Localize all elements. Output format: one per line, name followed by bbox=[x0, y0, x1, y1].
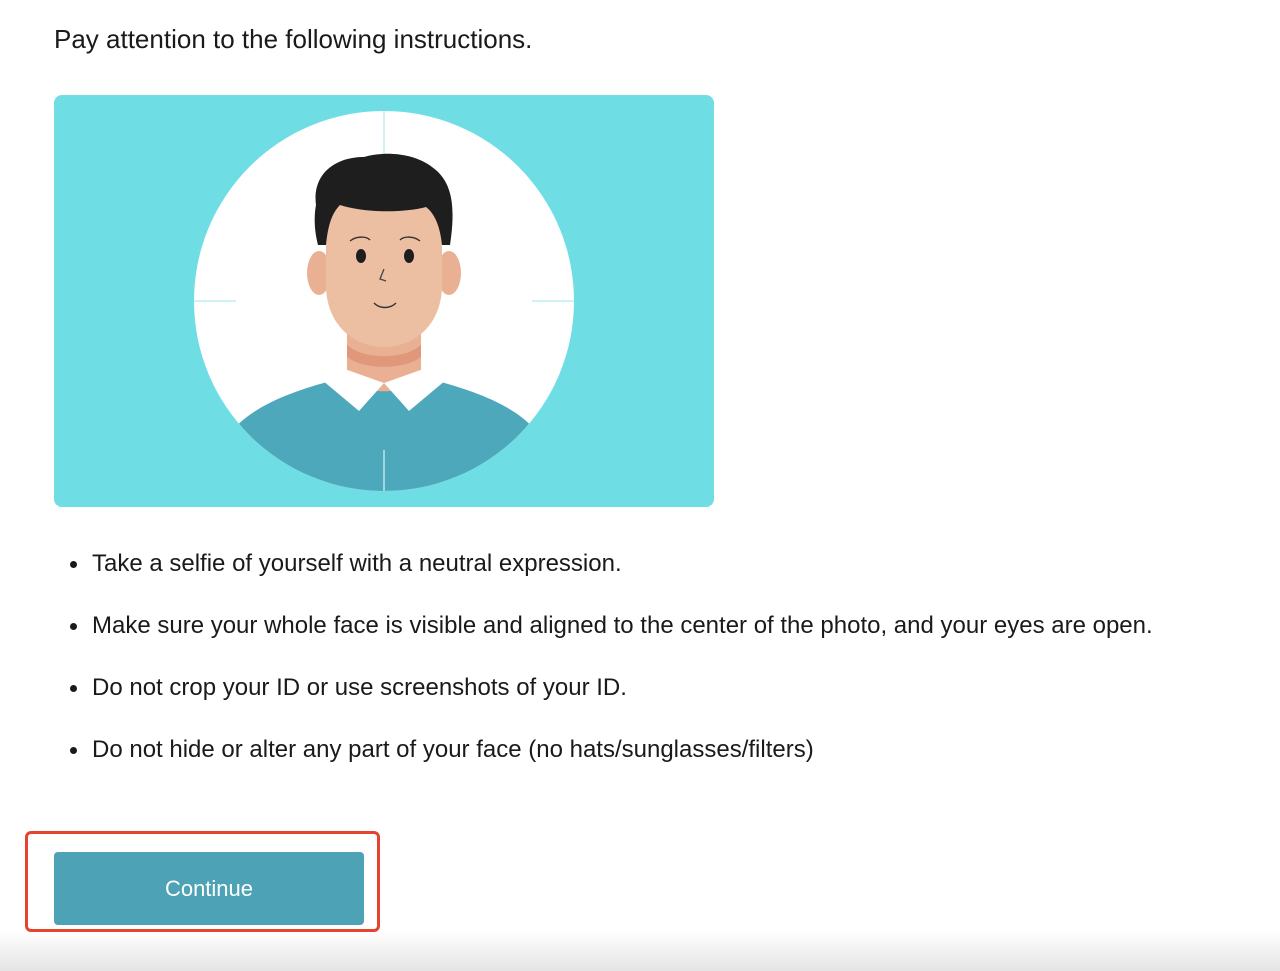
instruction-text: Make sure your whole face is visible and… bbox=[92, 612, 1153, 639]
instruction-text: Take a selfie of yourself with a neutral… bbox=[92, 550, 622, 577]
bottom-edge-shadow bbox=[0, 931, 1280, 971]
page-title: Pay attention to the following instructi… bbox=[54, 24, 533, 54]
instruction-text: Do not crop your ID or use screenshots o… bbox=[92, 674, 627, 701]
instruction-item: Take a selfie of yourself with a neutral… bbox=[54, 544, 1153, 584]
instructions-list: Take a selfie of yourself with a neutral… bbox=[54, 544, 1153, 792]
bullet-icon bbox=[70, 747, 77, 754]
bullet-icon bbox=[70, 561, 77, 568]
instruction-item: Do not hide or alter any part of your fa… bbox=[54, 730, 1153, 770]
instruction-item: Make sure your whole face is visible and… bbox=[54, 606, 1153, 646]
instruction-text: Do not hide or alter any part of your fa… bbox=[92, 736, 814, 763]
instruction-item: Do not crop your ID or use screenshots o… bbox=[54, 668, 1153, 708]
selfie-portrait-icon bbox=[194, 111, 574, 491]
bullet-icon bbox=[70, 623, 77, 630]
selfie-illustration bbox=[54, 95, 714, 507]
bullet-icon bbox=[70, 685, 77, 692]
continue-button[interactable]: Continue bbox=[54, 852, 364, 925]
